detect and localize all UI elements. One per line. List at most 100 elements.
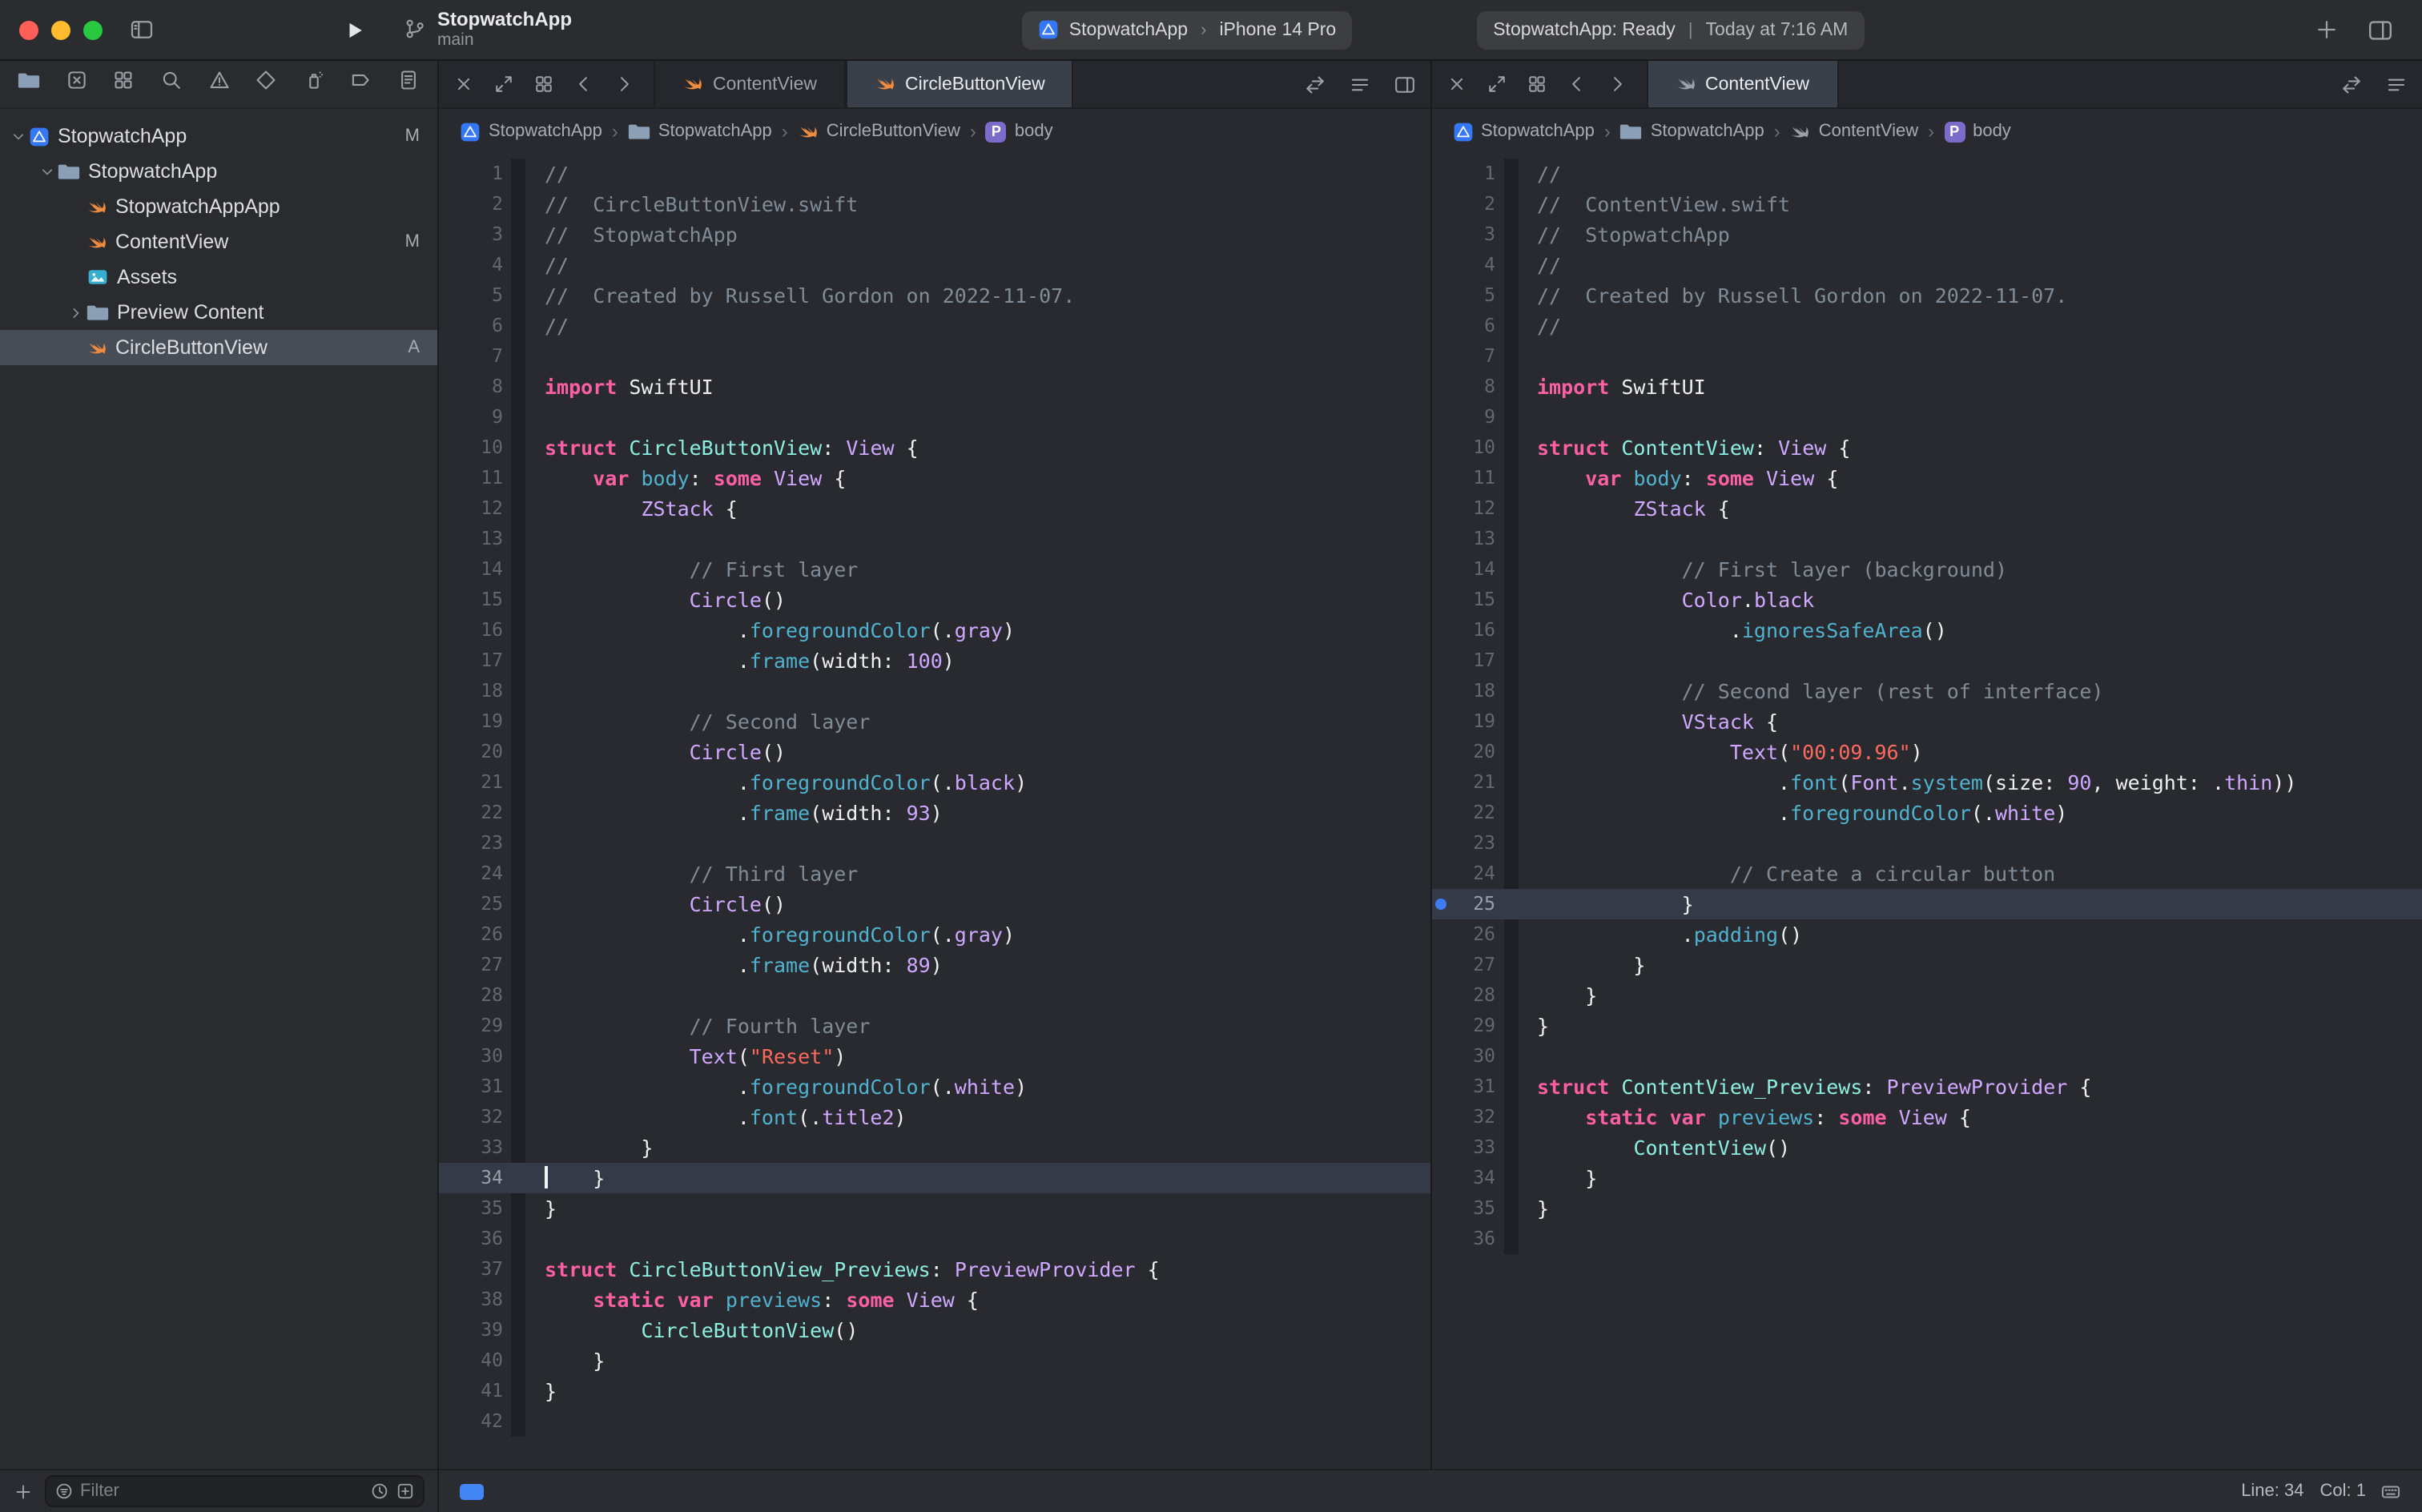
code-line-29[interactable]: 29 // Fourth layer (439, 1011, 1430, 1041)
find-navigator[interactable] (160, 69, 183, 99)
code-line-25[interactable]: 25 Circle() (439, 889, 1430, 919)
line-number[interactable]: 11 (458, 463, 511, 493)
fold-ribbon[interactable] (511, 1224, 525, 1254)
line-number[interactable]: 23 (458, 828, 511, 859)
code-line-24[interactable]: 24 // Create a circular button (1431, 859, 2422, 889)
line-number[interactable]: 11 (1450, 463, 1503, 493)
gutter-marker-area[interactable] (439, 859, 458, 889)
report-navigator[interactable] (397, 69, 420, 99)
code-line-1[interactable]: 1// (1431, 159, 2422, 189)
line-number[interactable]: 13 (458, 524, 511, 554)
gutter-marker-area[interactable] (1431, 737, 1450, 767)
tree-item-stopwatchappapp[interactable]: StopwatchAppApp (0, 189, 437, 224)
fold-ribbon[interactable] (1503, 1163, 1518, 1193)
breadcrumb-item[interactable]: StopwatchApp (1452, 121, 1595, 142)
gutter-marker-area[interactable] (1431, 372, 1450, 402)
gutter-marker-area[interactable] (439, 1102, 458, 1132)
fold-ribbon[interactable] (1503, 919, 1518, 950)
gutter-marker-area[interactable] (439, 980, 458, 1011)
fold-ribbon[interactable] (1503, 950, 1518, 980)
line-number[interactable]: 15 (1450, 585, 1503, 615)
gutter-marker-area[interactable] (1431, 1193, 1450, 1224)
fold-ribbon[interactable] (511, 767, 525, 798)
back-icon[interactable] (573, 74, 594, 94)
adjust-editor-icon[interactable] (458, 1481, 485, 1502)
code-line-2[interactable]: 2// CircleButtonView.swift (439, 189, 1430, 219)
gutter-marker-area[interactable] (1431, 493, 1450, 524)
code-line-3[interactable]: 3// StopwatchApp (1431, 219, 2422, 250)
line-number[interactable]: 22 (458, 798, 511, 828)
line-number[interactable]: 13 (1450, 524, 1503, 554)
fold-ribbon[interactable] (1503, 706, 1518, 737)
related-items-icon[interactable] (533, 74, 554, 94)
close-editor-icon[interactable] (1446, 74, 1466, 94)
gutter-marker-area[interactable] (1431, 402, 1450, 432)
line-number[interactable]: 2 (458, 189, 511, 219)
tree-item-assets[interactable]: Assets (0, 259, 437, 295)
code-line-15[interactable]: 15 Color.black (1431, 585, 2422, 615)
gutter-marker-area[interactable] (439, 159, 458, 189)
recent-files-icon[interactable] (370, 1482, 389, 1501)
line-number[interactable]: 31 (458, 1072, 511, 1102)
line-number[interactable]: 5 (458, 280, 511, 311)
line-number[interactable]: 14 (458, 554, 511, 585)
fold-ribbon[interactable] (1503, 250, 1518, 280)
fold-ribbon[interactable] (511, 1041, 525, 1072)
gutter-marker-area[interactable] (1431, 585, 1450, 615)
line-number[interactable]: 29 (458, 1011, 511, 1041)
fold-ribbon[interactable] (1503, 828, 1518, 859)
code-line-30[interactable]: 30 (1431, 1041, 2422, 1072)
code-line-1[interactable]: 1// (439, 159, 1430, 189)
code-line-14[interactable]: 14 // First layer (439, 554, 1430, 585)
fold-ribbon[interactable] (1503, 432, 1518, 463)
line-number[interactable]: 30 (458, 1041, 511, 1072)
breadcrumb-item[interactable]: StopwatchApp (628, 120, 772, 143)
code-line-30[interactable]: 30 Text("Reset") (439, 1041, 1430, 1072)
forward-icon[interactable] (614, 74, 634, 94)
code-line-10[interactable]: 10struct CircleButtonView: View { (439, 432, 1430, 463)
line-number[interactable]: 21 (458, 767, 511, 798)
code-line-22[interactable]: 22 .frame(width: 93) (439, 798, 1430, 828)
line-number[interactable]: 34 (458, 1163, 511, 1193)
fold-ribbon[interactable] (511, 1315, 525, 1345)
line-number[interactable]: 34 (1450, 1163, 1503, 1193)
gutter-marker-area[interactable] (1431, 767, 1450, 798)
fold-ribbon[interactable] (1503, 1224, 1518, 1254)
line-number[interactable]: 27 (1450, 950, 1503, 980)
fold-ribbon[interactable] (511, 706, 525, 737)
gutter-marker-area[interactable] (1431, 250, 1450, 280)
fold-ribbon[interactable] (511, 1285, 525, 1315)
code-line-11[interactable]: 11 var body: some View { (1431, 463, 2422, 493)
add-editor-icon[interactable] (1393, 73, 1415, 95)
line-number[interactable]: 16 (458, 615, 511, 645)
code-line-39[interactable]: 39 CircleButtonView() (439, 1315, 1430, 1345)
line-number[interactable]: 4 (458, 250, 511, 280)
source-control-filter-icon[interactable] (396, 1482, 415, 1501)
gutter-marker-area[interactable] (439, 402, 458, 432)
fold-ribbon[interactable] (1503, 767, 1518, 798)
gutter-marker-area[interactable] (439, 189, 458, 219)
code-line-21[interactable]: 21 .font(Font.system(size: 90, weight: .… (1431, 767, 2422, 798)
code-line-16[interactable]: 16 .foregroundColor(.gray) (439, 615, 1430, 645)
fold-ribbon[interactable] (511, 1406, 525, 1437)
fold-ribbon[interactable] (511, 463, 525, 493)
code-line-12[interactable]: 12 ZStack { (439, 493, 1430, 524)
code-line-26[interactable]: 26 .foregroundColor(.gray) (439, 919, 1430, 950)
fold-ribbon[interactable] (511, 919, 525, 950)
toggle-sidebar-icon[interactable] (128, 18, 155, 42)
code-line-21[interactable]: 21 .foregroundColor(.black) (439, 767, 1430, 798)
fold-ribbon[interactable] (1503, 615, 1518, 645)
code-line-5[interactable]: 5// Created by Russell Gordon on 2022-11… (1431, 280, 2422, 311)
editor-options-icon[interactable] (1348, 73, 1370, 95)
line-number[interactable]: 30 (1450, 1041, 1503, 1072)
fold-ribbon[interactable] (1503, 341, 1518, 372)
gutter-marker-area[interactable] (1431, 1224, 1450, 1254)
gutter-marker-area[interactable] (1431, 828, 1450, 859)
line-number[interactable]: 12 (458, 493, 511, 524)
gutter-marker-area[interactable] (1431, 919, 1450, 950)
fold-ribbon[interactable] (511, 1193, 525, 1224)
code-line-13[interactable]: 13 (439, 524, 1430, 554)
fold-ribbon[interactable] (511, 554, 525, 585)
fold-ribbon[interactable] (1503, 1102, 1518, 1132)
code-line-31[interactable]: 31 .foregroundColor(.white) (439, 1072, 1430, 1102)
